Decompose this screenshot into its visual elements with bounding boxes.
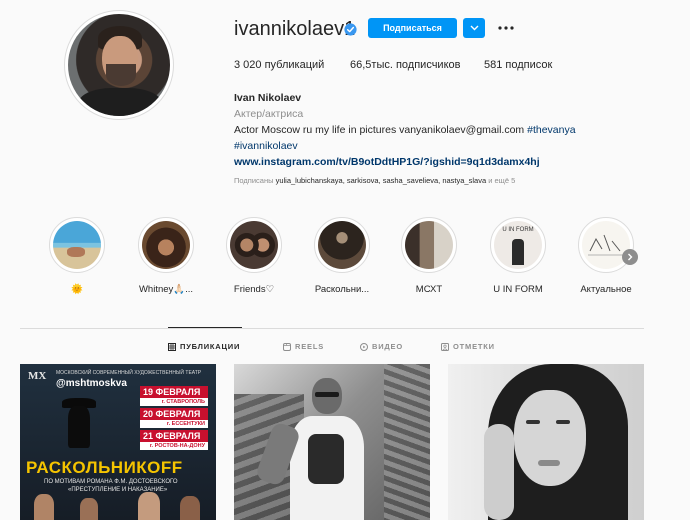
highlight-label: 🌞 — [71, 284, 83, 295]
verified-badge-icon — [344, 23, 357, 36]
poster-title: РАСКОЛЬНИКОFF — [26, 458, 183, 477]
tab-label: REELS — [295, 342, 325, 351]
highlight-label: Актуальное — [580, 284, 632, 295]
hashtag-ivannikolaev[interactable]: #ivannikolaev — [234, 138, 654, 154]
bio-text: Actor Moscow ru my life in pictures vany… — [234, 122, 654, 138]
tab-label: ПУБЛИКАЦИИ — [180, 342, 241, 351]
post-poster[interactable]: MX МОСКОВСКИЙ СОВРЕМЕННЫЙ ХУДОЖЕСТВЕННЫЙ… — [20, 364, 216, 520]
hashtag-thevanya[interactable]: #thevanya — [527, 124, 575, 136]
tab-tagged[interactable]: ОТМЕТКИ — [441, 342, 495, 351]
following-count[interactable]: 581 подписок — [484, 59, 552, 71]
tab-posts[interactable]: ПУБЛИКАЦИИ — [168, 342, 240, 351]
highlight-whitney[interactable]: Whitney🙏🏻... — [131, 217, 201, 295]
poster-date-2: 20 ФЕВРАЛЯ — [140, 408, 208, 420]
suggested-dropdown-button[interactable] — [463, 18, 485, 38]
ellipsis-icon — [498, 26, 514, 30]
poster-city-3: г. РОСТОВ-НА-ДОНУ — [140, 442, 208, 450]
more-options-button[interactable] — [496, 18, 516, 38]
highlight-msxt[interactable]: МСХТ — [394, 217, 464, 295]
followed-by-prefix: Подписаны — [234, 176, 274, 185]
bio: Ivan Nikolaev Актер/актриса Actor Moscow… — [234, 90, 654, 170]
avatar[interactable] — [68, 14, 170, 116]
highlights-next-button[interactable] — [622, 249, 638, 265]
highlight-label: МСХТ — [415, 284, 443, 295]
chevron-right-icon — [628, 253, 633, 261]
poster-city-2: г. ЕССЕНТУКИ — [140, 420, 208, 428]
follow-button[interactable]: Подписаться — [368, 18, 457, 38]
posts-count: 3 020 публикаций — [234, 59, 325, 71]
highlight-friends[interactable]: Friends♡ — [219, 217, 289, 295]
username: ivannikolaev1 — [234, 18, 356, 40]
poster-subtitle: ПО МОТИВАМ РОМАНА Ф.М. ДОСТОЕВСКОГО — [44, 479, 178, 485]
poster-date-1: 19 ФЕВРАЛЯ — [140, 386, 208, 398]
tab-label: ОТМЕТКИ — [453, 342, 495, 351]
tabs-divider — [20, 328, 644, 329]
reels-icon — [283, 342, 291, 351]
tagged-icon — [441, 342, 449, 351]
category: Актер/актриса — [234, 108, 304, 120]
poster-handle: @mshtmoskva — [56, 378, 127, 389]
followed-by[interactable]: Подписаны yulia_lubichanskaya, sarkisova… — [234, 176, 515, 185]
poster-theatre: МОСКОВСКИЙ СОВРЕМЕННЫЙ ХУДОЖЕСТВЕННЫЙ ТЕ… — [56, 370, 202, 376]
highlight-label: Раскольни... — [314, 284, 370, 295]
highlight-inner-text: U IN FORM — [502, 227, 534, 233]
followed-by-suffix: и ещё 5 — [488, 176, 516, 185]
poster-city-1: г. СТАВРОПОЛЬ — [140, 398, 208, 406]
tab-reels[interactable]: REELS — [283, 342, 324, 351]
followed-by-names: yulia_lubichanskaya, sarkisova, sasha_sa… — [275, 176, 487, 185]
highlight-label: Whitney🙏🏻... — [138, 284, 194, 295]
poster-date-3: 21 ФЕВРАЛЯ — [140, 430, 208, 442]
followers-count[interactable]: 66,5тыс. подписчиков — [350, 59, 460, 71]
highlight-label: Friends♡ — [233, 284, 275, 295]
highlight-sun[interactable]: 🌞 — [42, 217, 112, 295]
chevron-down-icon — [470, 25, 478, 31]
poster-mx: MX — [28, 370, 47, 382]
tab-video[interactable]: ВИДЕО — [360, 342, 403, 351]
tab-label: ВИДЕО — [372, 342, 403, 351]
active-tab-indicator — [168, 327, 242, 328]
post-photo-man[interactable] — [234, 364, 430, 520]
highlight-raskolnikov[interactable]: Раскольни... — [307, 217, 377, 295]
highlight-u-in-form[interactable]: U IN FORM U IN FORM — [483, 217, 553, 295]
grid-icon — [168, 342, 176, 351]
bio-description: Actor Moscow ru my life in pictures vany… — [234, 124, 525, 136]
video-icon — [360, 342, 368, 351]
bio-link[interactable]: www.instagram.com/tv/B9otDdtHP1G/?igshid… — [234, 154, 654, 170]
highlight-label: U IN FORM — [493, 284, 543, 295]
post-photo-woman[interactable] — [448, 364, 644, 520]
full-name: Ivan Nikolaev — [234, 92, 302, 104]
